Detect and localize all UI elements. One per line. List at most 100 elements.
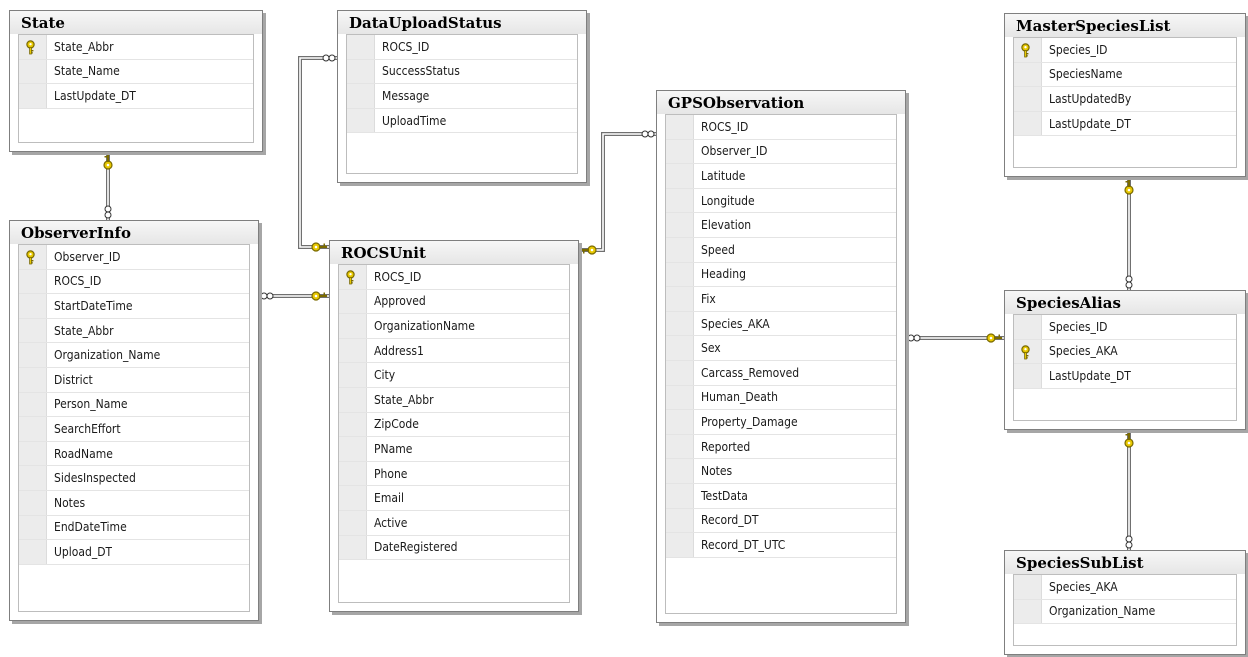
table-observer-info[interactable]: ObserverInfo Observer_ID ROCS_ID StartDateT… (9, 220, 259, 621)
column-row[interactable]: DateRegistered (339, 535, 569, 561)
column-row[interactable]: Upload_DT (19, 540, 249, 565)
column-row[interactable]: Latitude (666, 164, 896, 189)
column-row[interactable]: SidesInspected (19, 466, 249, 491)
column-row[interactable]: Observer_ID (666, 139, 896, 165)
column-row[interactable]: Notes (666, 459, 896, 484)
table-rocsunit[interactable]: ROCSUnit ROCS_ID Approved OrganizationName A… (329, 240, 579, 612)
column-row[interactable]: Heading (666, 262, 896, 288)
column-row[interactable]: Fix (666, 287, 896, 312)
column-row[interactable]: Organization_Name (19, 343, 249, 368)
row-selector (347, 84, 375, 108)
column-row[interactable]: ROCS_ID (19, 269, 249, 295)
table-species-alias[interactable]: SpeciesAlias Species_ID Species_AKA LastUpd… (1004, 290, 1246, 430)
column-row[interactable]: UploadTime (347, 108, 577, 134)
column-row[interactable]: ROCS_ID (347, 35, 577, 60)
column-row[interactable]: SpeciesName (1014, 62, 1236, 88)
primary-key-icon (346, 270, 355, 285)
column-row[interactable]: State_Abbr (19, 35, 253, 60)
column-row[interactable]: TestData (666, 483, 896, 509)
column-name: Species_AKA (701, 316, 770, 331)
column-row[interactable]: SuccessStatus (347, 59, 577, 85)
column-list: Species_ID Species_AKA LastUpdate_DT (1013, 314, 1237, 421)
table-title[interactable]: SpeciesAlias (1005, 291, 1245, 314)
column-row[interactable]: Speed (666, 237, 896, 263)
column-row[interactable]: Active (339, 510, 569, 536)
column-row[interactable]: Record_DT_UTC (666, 533, 896, 558)
column-row[interactable]: City (339, 363, 569, 388)
column-row[interactable]: Species_ID (1014, 38, 1236, 63)
column-row[interactable]: Organization_Name (1014, 599, 1236, 625)
column-row[interactable]: State_Abbr (339, 387, 569, 413)
column-row[interactable]: ZipCode (339, 412, 569, 438)
column-row[interactable]: LastUpdate_DT (1014, 111, 1236, 137)
table-master-species-list[interactable]: MasterSpeciesList Species_ID SpeciesName La… (1004, 13, 1246, 177)
column-row[interactable]: Email (339, 486, 569, 511)
column-row[interactable]: Observer_ID (19, 245, 249, 270)
table-title[interactable]: DataUploadStatus (338, 11, 586, 34)
column-row[interactable]: ROCS_ID (339, 265, 569, 290)
row-selector (666, 336, 694, 360)
column-row[interactable]: Species_AKA (1014, 339, 1236, 365)
row-selector (19, 540, 47, 564)
relationship-line[interactable] (579, 132, 656, 252)
table-title[interactable]: ROCSUnit (330, 241, 578, 264)
column-name: Species_AKA (1049, 579, 1118, 594)
table-title[interactable]: ObserverInfo (10, 221, 258, 244)
column-row[interactable]: ROCS_ID (666, 115, 896, 140)
column-row[interactable]: Property_Damage (666, 410, 896, 435)
column-row[interactable]: Carcass_Removed (666, 360, 896, 386)
many-end-infinity-icon (1125, 275, 1133, 289)
row-selector (666, 287, 694, 311)
column-name: Upload_DT (54, 544, 113, 559)
column-row[interactable]: State_Abbr (19, 318, 249, 344)
table-title[interactable]: GPSObservation (657, 91, 905, 114)
column-row[interactable]: Elevation (666, 213, 896, 238)
column-row[interactable]: Species_AKA (1014, 575, 1236, 600)
row-selector (19, 318, 47, 343)
row-selector (19, 84, 47, 108)
column-row[interactable]: Person_Name (19, 392, 249, 418)
column-row[interactable]: Sex (666, 336, 896, 361)
column-row[interactable]: State_Name (19, 59, 253, 85)
column-row[interactable]: District (19, 367, 249, 393)
row-selector (339, 314, 367, 338)
column-name: PName (374, 441, 413, 456)
column-row[interactable]: RoadName (19, 441, 249, 467)
column-row[interactable]: Reported (666, 434, 896, 460)
column-row[interactable]: Human_Death (666, 385, 896, 411)
column-row[interactable]: LastUpdate_DT (1014, 364, 1236, 389)
column-row[interactable]: Notes (19, 490, 249, 516)
column-name: Human_Death (701, 390, 778, 405)
relationship-line[interactable] (298, 56, 337, 249)
column-row[interactable]: Record_DT (666, 508, 896, 534)
column-name: Sex (701, 341, 721, 356)
table-title[interactable]: State (10, 11, 262, 34)
column-row[interactable]: Species_ID (1014, 315, 1236, 340)
row-selector (666, 410, 694, 434)
row-selector (666, 360, 694, 385)
column-row[interactable]: Address1 (339, 338, 569, 364)
column-row[interactable]: PName (339, 437, 569, 462)
primary-key-icon (1021, 344, 1030, 359)
column-row[interactable]: Phone (339, 461, 569, 487)
column-row[interactable]: LastUpdatedBy (1014, 87, 1236, 112)
column-row[interactable]: Longitude (666, 188, 896, 214)
column-name: LastUpdate_DT (54, 88, 136, 103)
table-state[interactable]: State State_Abbr State_Name LastUpdate_DT (9, 10, 263, 152)
table-data-upload-status[interactable]: DataUploadStatus ROCS_ID SuccessStatus Mess… (337, 10, 587, 183)
table-gpsobservation[interactable]: GPSObservation ROCS_ID Observer_ID Latitude… (656, 90, 906, 623)
table-title[interactable]: SpeciesSubList (1005, 551, 1245, 574)
table-title[interactable]: MasterSpeciesList (1005, 14, 1245, 37)
column-row[interactable]: Approved (339, 289, 569, 315)
column-row[interactable]: Message (347, 84, 577, 109)
column-row[interactable]: SearchEffort (19, 417, 249, 442)
column-name: Reported (701, 439, 751, 454)
column-row[interactable]: Species_AKA (666, 311, 896, 337)
column-row[interactable]: EndDateTime (19, 515, 249, 541)
row-selector (666, 385, 694, 410)
column-name: LastUpdatedBy (1049, 91, 1132, 106)
column-row[interactable]: OrganizationName (339, 314, 569, 339)
column-row[interactable]: LastUpdate_DT (19, 84, 253, 109)
column-row[interactable]: StartDateTime (19, 294, 249, 319)
table-species-sub-list[interactable]: SpeciesSubList Species_AKA Organization_Na… (1004, 550, 1246, 655)
